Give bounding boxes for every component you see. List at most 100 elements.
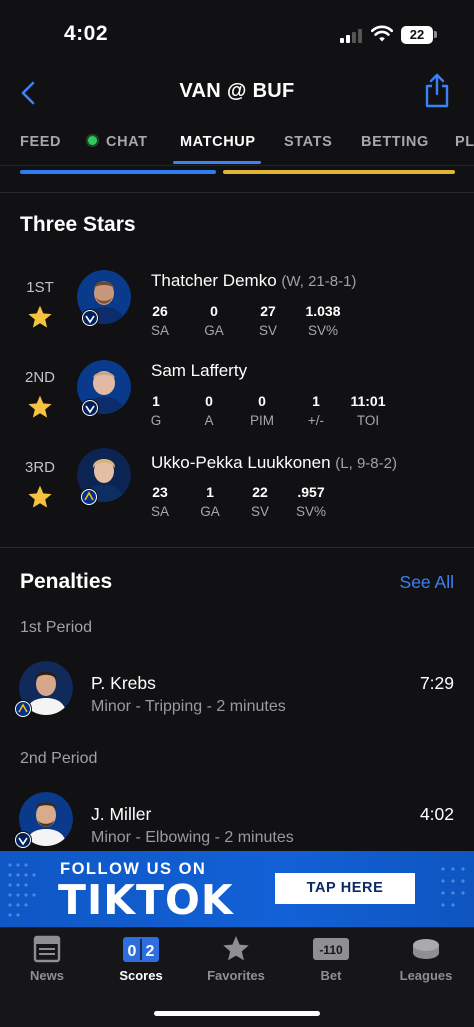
- penalty-player: J. Miller: [91, 804, 152, 824]
- three-stars-row[interactable]: 2ND Sam Lafferty 1G 0A 0 PIM 1 +/- 11:01 TO…: [0, 358, 474, 438]
- tab-bar: FEED CHAT MATCHUP STATS BETTING PL: [0, 132, 474, 164]
- star-icon: [28, 305, 52, 328]
- team-logo-icon: [80, 488, 98, 506]
- stat-value: 27: [260, 303, 276, 319]
- tiktok-banner-ad[interactable]: FOLLOW US ON TIKTOK TAP HERE: [0, 851, 474, 927]
- see-all-link[interactable]: See All: [400, 572, 454, 593]
- nav-label: Leagues: [399, 968, 453, 983]
- stat-value: 26: [152, 303, 168, 319]
- stat-label: +/-: [307, 413, 325, 428]
- tab-betting[interactable]: BETTING: [361, 134, 429, 150]
- cellular-signal-icon: [340, 28, 364, 43]
- stat-label: PIM: [249, 413, 274, 428]
- stat-value: 11:01: [350, 393, 386, 409]
- score-digit-right: 2: [146, 943, 155, 960]
- stat-cell: 0 PIM: [234, 393, 290, 428]
- stat-cell: 27 SV: [240, 303, 296, 338]
- stat-cell: 1.038 SV%: [295, 303, 351, 338]
- page-title: VAN @ BUF: [179, 80, 295, 102]
- tab-chat-label: CHAT: [106, 134, 148, 150]
- stat-value: 22: [252, 484, 268, 500]
- scores-icon: 0 2: [123, 937, 159, 962]
- nav-label: Favorites: [207, 968, 265, 983]
- nav-label: Bet: [320, 968, 342, 983]
- share-icon[interactable]: [420, 72, 454, 110]
- tab-players[interactable]: PL: [455, 134, 474, 150]
- penalty-time: 4:02: [419, 804, 454, 824]
- bet-icon: -110: [313, 938, 349, 960]
- team-logo-icon: [14, 831, 32, 849]
- tab-stats[interactable]: STATS: [284, 134, 332, 150]
- tab-bar-border: [0, 165, 474, 166]
- stat-cell: 23 SA: [132, 484, 188, 519]
- stat-label: SV: [258, 323, 277, 338]
- battery-indicator: 22: [401, 26, 433, 44]
- star-icon: [28, 485, 52, 508]
- stat-cell: 22 SV: [232, 484, 288, 519]
- nav-scores[interactable]: 0 2 Scores: [94, 928, 188, 998]
- period-label: 1st Period: [20, 619, 93, 636]
- player-record: (L, 9-8-2): [335, 455, 397, 472]
- buf-team-bar: [223, 170, 455, 174]
- battery-nub: [434, 31, 437, 38]
- star-rank: 2ND: [24, 369, 55, 386]
- nav-bet[interactable]: -110 Bet: [284, 928, 378, 998]
- player-record: (W, 21-8-1): [281, 273, 357, 290]
- stat-value: 0: [210, 303, 218, 319]
- stat-label: TOI: [356, 413, 380, 428]
- stat-value: 1: [152, 393, 160, 409]
- player-name: Thatcher Demko (W, 21-8-1): [151, 271, 356, 291]
- player-name-text: Ukko-Pekka Luukkonen: [151, 453, 331, 472]
- stat-label: G: [150, 413, 162, 428]
- star-icon: [28, 395, 52, 418]
- status-bar: 4:02 22: [0, 0, 474, 70]
- stat-label: A: [204, 413, 214, 428]
- stat-value: 1: [206, 484, 214, 500]
- tab-feed[interactable]: FEED: [20, 134, 61, 150]
- stat-cell: 0A: [181, 393, 237, 428]
- status-time: 4:02: [64, 22, 109, 45]
- stat-cell: 26 SA: [132, 303, 188, 338]
- score-digit-left: 0: [128, 943, 137, 960]
- section-divider: [0, 547, 474, 548]
- stat-label: GA: [200, 504, 220, 519]
- bet-odds-text: -110: [319, 943, 343, 957]
- penalty-description: Minor - Tripping - 2 minutes: [91, 698, 286, 715]
- team-logo-icon: [14, 700, 32, 718]
- nav-favorites[interactable]: Favorites: [189, 928, 283, 998]
- puck-icon: [413, 939, 439, 959]
- team-logo-icon: [81, 309, 99, 327]
- banner-brand: TIKTOK: [58, 876, 234, 924]
- dot-pattern-decoration: [441, 867, 465, 907]
- three-stars-title: Three Stars: [20, 213, 136, 236]
- penalty-description: Minor - Elbowing - 2 minutes: [91, 829, 294, 846]
- period-label: 2nd Period: [20, 750, 98, 767]
- stat-value: 0: [258, 393, 266, 409]
- stat-cell: 11:01 TOI: [340, 393, 396, 428]
- tab-matchup[interactable]: MATCHUP: [180, 134, 256, 150]
- nav-leagues[interactable]: Leagues: [379, 928, 473, 998]
- star-rank: 3RD: [24, 459, 55, 476]
- stat-value: .957: [297, 484, 325, 500]
- stat-label: SV%: [295, 504, 326, 519]
- tab-chat[interactable]: CHAT: [88, 134, 148, 150]
- three-stars-row[interactable]: 3RD Ukko-Pekka Luukkonen (L, 9-8-2) 23 SA…: [0, 448, 474, 528]
- penalty-row[interactable]: J. Miller Minor - Elbowing - 2 minutes 4…: [0, 792, 474, 852]
- penalty-player: P. Krebs: [91, 673, 156, 693]
- stat-cell: 0 GA: [186, 303, 242, 338]
- news-icon: [33, 935, 61, 963]
- van-team-bar: [20, 170, 216, 174]
- player-name: Ukko-Pekka Luukkonen (L, 9-8-2): [151, 453, 397, 473]
- dot-pattern-decoration: [8, 863, 36, 917]
- live-dot-icon: [88, 136, 97, 145]
- stat-value: 1: [312, 393, 320, 409]
- penalty-time: 7:29: [419, 673, 454, 693]
- penalty-row[interactable]: P. Krebs Minor - Tripping - 2 minutes 7:…: [0, 661, 474, 721]
- tap-here-button[interactable]: TAP HERE: [275, 873, 415, 904]
- three-stars-row[interactable]: 1ST Thatcher Demko (W, 21-8-1) 26 SA 0 GA …: [0, 268, 474, 348]
- stat-value: 1.038: [305, 303, 341, 319]
- nav-label: News: [30, 968, 64, 983]
- nav-news[interactable]: News: [0, 928, 94, 998]
- home-indicator: [154, 1011, 320, 1016]
- stat-cell: 1 GA: [182, 484, 238, 519]
